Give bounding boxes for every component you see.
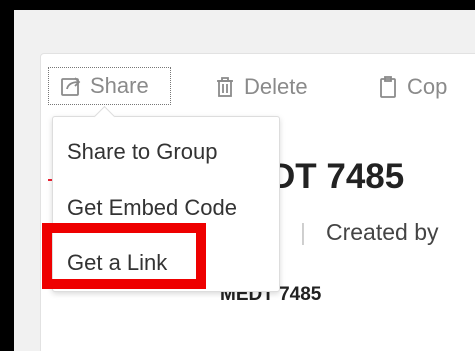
share-button[interactable]: Share <box>48 67 171 105</box>
share-label: Share <box>90 73 149 98</box>
delete-label: Delete <box>244 74 308 99</box>
menu-item-share-to-group[interactable]: Share to Group <box>67 139 217 165</box>
copy-label: Cop <box>407 74 448 99</box>
trash-icon <box>213 75 237 99</box>
clipboard-icon <box>376 75 400 99</box>
metadata-line: | Created by <box>300 219 439 246</box>
menu-item-get-embed-code[interactable]: Get Embed Code <box>67 195 237 221</box>
highlight-box <box>42 223 206 289</box>
created-by-label: Created by <box>325 219 439 245</box>
delete-button[interactable]: Delete <box>213 70 308 104</box>
copy-button[interactable]: Cop <box>376 70 447 104</box>
meta-divider: | <box>300 219 306 245</box>
share-icon <box>59 74 83 98</box>
page-title: DT 7485 <box>270 157 405 196</box>
